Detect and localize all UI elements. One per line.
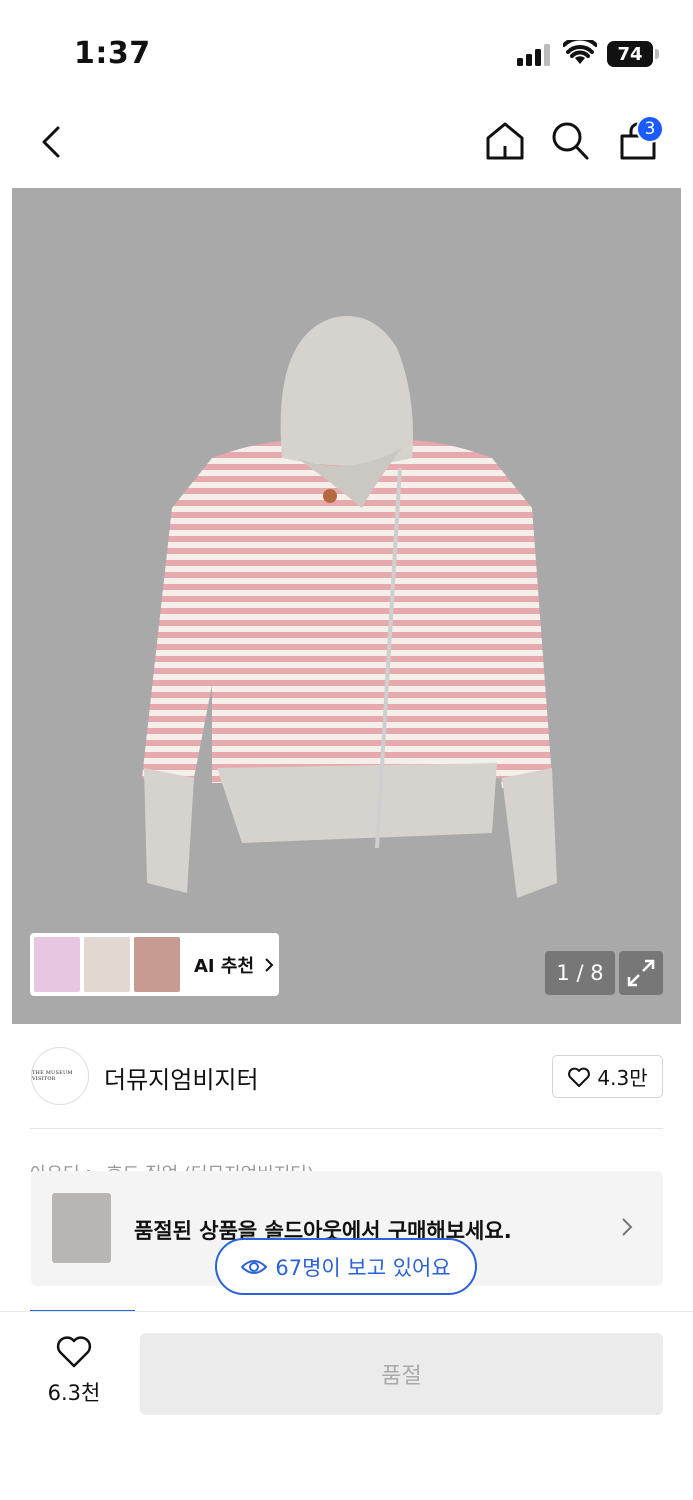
brand-logo[interactable]: THE MUSEUM VISITOR (31, 1047, 89, 1105)
expand-image-button[interactable] (619, 951, 663, 995)
ai-thumb-beige-hoodie[interactable] (84, 937, 130, 992)
image-page-counter: 1 / 8 (545, 951, 615, 995)
battery-level: 74 (617, 43, 643, 65)
wifi-icon (563, 40, 597, 64)
nav-bar (0, 100, 693, 188)
brand-like-count: 4.3만 (597, 1066, 648, 1090)
product-image[interactable]: AI 추천 1 / 8 (12, 188, 681, 1024)
ai-recommendation-card[interactable]: AI 추천 (30, 933, 279, 996)
brand-name[interactable]: 더뮤지엄비지터 (104, 1060, 259, 1095)
cart-count-badge: 3 (636, 115, 664, 143)
chevron-right-icon (622, 1218, 633, 1236)
section-divider (30, 1128, 663, 1129)
battery-indicator: 74 (607, 41, 659, 67)
eye-icon (241, 1259, 268, 1274)
viewers-count-pill: 67명이 보고 있어요 (215, 1238, 477, 1295)
brand-like-button[interactable]: 4.3만 (552, 1055, 663, 1098)
striped-zip-hoodie-image (142, 316, 557, 898)
ai-recommend-label: AI 추천 (194, 955, 255, 977)
cellular-signal-icon (517, 44, 550, 66)
bottom-bar-divider (0, 1311, 693, 1312)
heart-icon (568, 1067, 591, 1087)
home-icon[interactable] (484, 120, 526, 162)
status-time: 1:37 (74, 36, 151, 71)
soldout-product-thumb (52, 1193, 111, 1263)
ai-thumb-pink-hoodie[interactable] (34, 937, 80, 992)
chevron-right-icon (265, 957, 274, 972)
soldout-purchase-button[interactable]: 품절 (140, 1333, 663, 1415)
brand-row[interactable]: THE MUSEUM VISITOR 더뮤지엄비지터 4.3만 (0, 1024, 693, 1129)
heart-icon (56, 1336, 92, 1368)
expand-icon (627, 959, 655, 987)
back-icon[interactable] (36, 120, 70, 164)
viewers-text: 67명이 보고 있어요 (275, 1255, 451, 1280)
wishlist-button[interactable]: 6.3천 (38, 1335, 110, 1415)
wishlist-count: 6.3천 (47, 1381, 101, 1405)
search-icon[interactable] (550, 120, 590, 162)
status-bar: 1:37 74 (0, 0, 693, 100)
ai-thumb-brown-hoodie[interactable] (134, 937, 180, 992)
